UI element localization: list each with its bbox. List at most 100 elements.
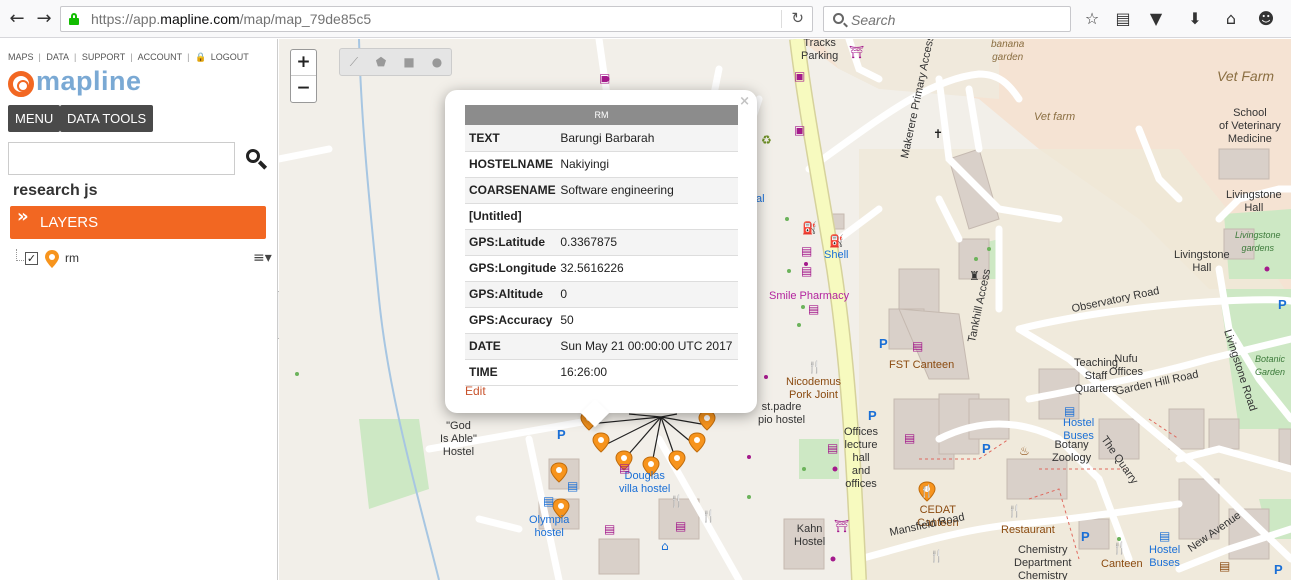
monument-icon: ♜ (969, 269, 980, 283)
parking-icon: P (879, 336, 888, 351)
download-icon[interactable]: ⬇ (1184, 8, 1206, 30)
hostel-icon: ▤ (567, 479, 579, 493)
field-value: 16:26:00 (556, 359, 738, 386)
map-label-nicodemus: Nicodemus Pork Joint (786, 376, 842, 401)
home-icon[interactable]: ⌂ (1220, 8, 1242, 30)
map-label-canteen: Canteen (1101, 558, 1143, 570)
tree-connector (16, 249, 24, 261)
search-icon[interactable] (246, 149, 268, 171)
fuel-icon: ⛽ (829, 234, 844, 248)
shop-icon: ▣ (794, 69, 806, 83)
draw-circle-icon[interactable]: ● (429, 54, 445, 70)
shop-icon: ▤ (675, 519, 687, 533)
field-key: GPS:Altitude (465, 281, 557, 308)
top-links: MAPS | DATA | SUPPORT | ACCOUNT | 🔒 LOGOUT (8, 52, 249, 62)
project-name: research js (13, 182, 98, 199)
draw-polygon-icon[interactable]: ⬟ (373, 54, 389, 70)
table-row: GPS:Accuracy 50 (465, 307, 738, 334)
lock-small-icon: 🔒 (194, 52, 207, 62)
map-label-olympia-hostel: Olympia hostel (529, 514, 570, 539)
library-icon: ▤ (619, 461, 631, 475)
map-label-banana-garden: banana garden (991, 39, 1025, 63)
marker-pin-icon (45, 250, 59, 268)
field-value: 0.3367875 (556, 229, 738, 256)
map-label-livingstone-gardens: Livingstone gardens (1235, 230, 1281, 253)
reload-icon[interactable]: ↻ (791, 9, 804, 27)
map-label-al-fragment: al (756, 193, 765, 205)
hostel-icon: ▤ (543, 494, 555, 508)
link-maps[interactable]: MAPS (8, 52, 34, 62)
map-label-botany-zoology: Botany Zoology (1052, 439, 1092, 464)
shop-icon: ⛩ (849, 45, 865, 59)
draw-rectangle-icon[interactable]: ■ (401, 54, 417, 70)
double-chevron-icon: » (17, 206, 29, 227)
address-bar[interactable]: https://app.mapline.com/map/map_79de85c5… (60, 6, 813, 32)
popup-title: RM (465, 105, 738, 125)
map-label-botanic-garden: Botanic Garden (1255, 354, 1286, 377)
link-logout[interactable]: LOGOUT (211, 52, 249, 62)
field-value: 50 (556, 307, 738, 334)
browser-toolbar: ← → https://app.mapline.com/map/map_79de… (0, 0, 1291, 38)
field-key: [Untitled] (465, 203, 557, 230)
layer-options-icon[interactable]: ≡▾ (253, 250, 272, 266)
close-icon[interactable]: × (739, 94, 750, 109)
shop-icon: ▤ (1219, 559, 1231, 573)
emoji-icon[interactable]: ☻ (1255, 8, 1277, 30)
map-canvas[interactable]: Tracks Parking banana garden Vet Farm Vet … (279, 39, 1291, 580)
map-label-livingstone-hall-2: Livingstone Hall (1174, 249, 1230, 274)
data-tools-button[interactable]: DATA TOOLS (60, 105, 154, 132)
map-basemap (279, 39, 1291, 580)
layer-checkbox[interactable]: ✓ (25, 252, 38, 265)
bus-icon: ▤ (1159, 529, 1171, 543)
shop-icon: ▤ (801, 244, 813, 258)
restaurant-icon: 🍴 (669, 494, 684, 508)
field-value: 32.5616226 (556, 255, 738, 282)
mapline-logo[interactable]: mapline (8, 66, 168, 98)
browser-search-input[interactable]: Search (823, 6, 1071, 32)
map-label-kahn-hostel: Kahn Hostel (794, 523, 826, 548)
field-key: GPS:Longitude (465, 255, 557, 282)
link-data[interactable]: DATA (46, 52, 69, 62)
reader-icon[interactable]: ▤ (1112, 8, 1134, 30)
edit-link[interactable]: Edit (465, 384, 486, 398)
draw-line-icon[interactable]: ⟋ (346, 54, 362, 70)
logo-ring-icon (8, 71, 34, 97)
back-icon[interactable]: ← (6, 8, 28, 30)
restaurant-icon: 🍴 (701, 509, 716, 523)
layers-header[interactable]: » LAYERS (10, 206, 266, 239)
map-label-chemistry: Chemistry Department Chemistry (1014, 544, 1072, 580)
shop-icon: ▤ (604, 522, 616, 536)
table-row: TIME 16:26:00 (465, 359, 738, 386)
field-key: COARSENAME (465, 177, 557, 204)
pharmacy-icon: ▤ (808, 302, 820, 316)
field-value: Software engineering (556, 177, 738, 204)
pocket-icon[interactable]: ▼ (1145, 8, 1167, 30)
map-label-fst-canteen: FST Canteen (889, 359, 955, 371)
link-support[interactable]: SUPPORT (82, 52, 125, 62)
link-account[interactable]: ACCOUNT (138, 52, 183, 62)
zoom-control: + − (290, 49, 317, 103)
layer-item-rm[interactable]: ✓ rm ≡▾ (14, 249, 276, 273)
map-label-nufu-offices: Nufu Offices (1109, 353, 1144, 378)
restaurant-icon: 🍴 (919, 484, 934, 498)
restaurant-icon: 🍴 (1112, 541, 1127, 555)
parking-icon: P (1278, 297, 1287, 312)
table-row: COARSENAME Software engineering (465, 177, 738, 204)
menu-button[interactable]: MENU (8, 105, 61, 132)
parking-icon: P (982, 441, 991, 456)
forward-icon[interactable]: → (33, 8, 55, 30)
bus-icon: ▤ (1064, 404, 1076, 418)
library-icon: ▤ (827, 441, 839, 455)
search-placeholder: Search (851, 12, 896, 28)
sidebar-search-input[interactable] (8, 142, 235, 175)
field-key: TIME (465, 359, 557, 386)
map-label-offices-lecture: Offices lecture hall and offices (844, 426, 879, 490)
table-row: GPS:Latitude 0.3367875 (465, 229, 738, 256)
zoom-out-button[interactable]: − (291, 76, 316, 102)
zoom-in-button[interactable]: + (291, 50, 316, 76)
popup-table: RM TEXT Barungi Barbarah HOSTELNAME Nakiyi… (465, 105, 738, 386)
url-text[interactable]: https://app.mapline.com/map/map_79de85c5 (91, 11, 371, 27)
search-icon (833, 13, 844, 24)
star-icon[interactable]: ☆ (1081, 8, 1103, 30)
map-label-shell: Shell (824, 249, 849, 261)
